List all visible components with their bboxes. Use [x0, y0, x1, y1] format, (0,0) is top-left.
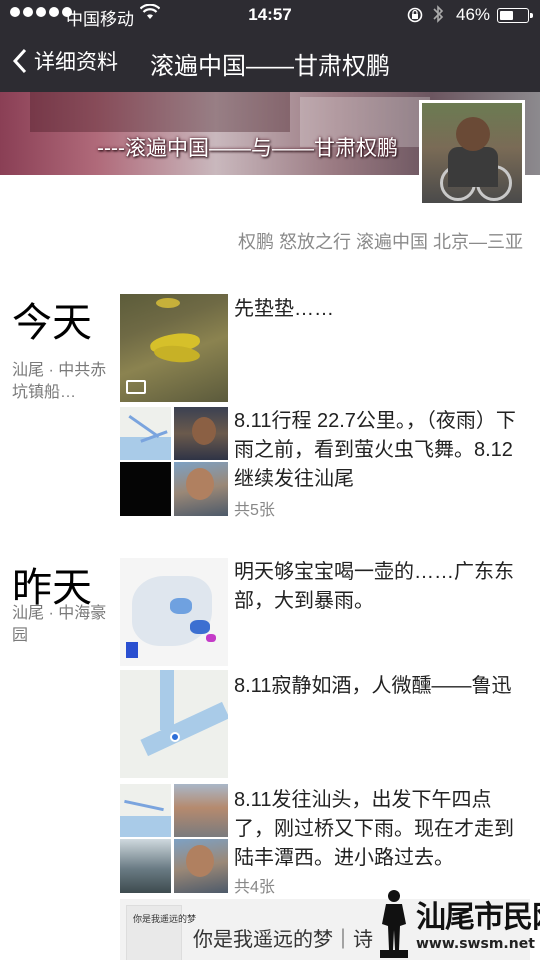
video-icon [126, 380, 146, 394]
battery-icon [497, 8, 533, 23]
day-label-today: 今天 [12, 301, 92, 345]
location-yesterday: 汕尾 · 中海豪园 [12, 605, 107, 644]
post-photo-route-map[interactable] [120, 407, 171, 460]
nav-bar: 详细资料 滚遍中国——甘肃权鹏 [0, 30, 540, 92]
music-cover-image: 你是我遥远的梦 [126, 905, 196, 960]
photo-count: 共5张 [234, 502, 275, 519]
site-watermark: 汕尾市民网 www.swsm.net [376, 888, 540, 958]
post-video-thumbnail[interactable] [120, 294, 228, 402]
photo-count: 共4张 [234, 879, 275, 896]
post-photo-street[interactable] [174, 784, 228, 837]
page-title: 滚遍中国——甘肃权鹏 [150, 53, 390, 80]
post-text[interactable]: 先垫垫…… [234, 295, 529, 324]
post-photo-portrait[interactable] [174, 407, 228, 460]
post-text[interactable]: 8.11寂静如酒，人微醺——鲁迅 [234, 672, 529, 701]
post-photo-beach[interactable] [120, 839, 171, 893]
battery-percent: 46% [456, 5, 491, 24]
bluetooth-icon [433, 5, 444, 23]
chevron-left-icon [12, 48, 27, 74]
music-title: 你是我遥远的梦｜诗 [193, 929, 373, 951]
status-bar: 中国移动 14:57 46% [0, 0, 540, 30]
post-photo-selfie[interactable] [174, 839, 228, 893]
top-bar: 中国移动 14:57 46% 详细资料 滚遍中国——甘肃权鹏 [0, 0, 540, 92]
cover-text: ----滚遍中国——与——甘肃权鹏 [97, 137, 398, 160]
statue-silhouette-icon [380, 890, 408, 958]
post-text[interactable]: 明天够宝宝喝一壶的……广东东部，大到暴雨。 [234, 558, 529, 616]
back-label: 详细资料 [34, 51, 118, 74]
post-photo-night[interactable] [120, 462, 171, 516]
post-photo-selfie[interactable] [174, 462, 228, 516]
location-today: 汕尾 · 中共赤坑镇船… [12, 362, 107, 401]
profile-signature: 权鹏 怒放之行 滚遍中国 北京—三亚 [237, 232, 523, 252]
watermark-url: www.swsm.net [416, 936, 535, 952]
post-text[interactable]: 8.11发往汕头，出发下午四点了，刚过桥又下雨。现在才走到陆丰潭西。进小路过去。 [234, 786, 529, 873]
back-button[interactable]: 详细资料 [12, 46, 118, 76]
watermark-title: 汕尾市民网 [416, 900, 540, 935]
music-cover-text: 你是我遥远的梦 [133, 914, 197, 924]
avatar[interactable] [419, 100, 525, 206]
post-photo-location-map[interactable] [120, 670, 228, 778]
rotation-lock-icon [407, 7, 423, 23]
post-text[interactable]: 8.11行程 22.7公里。，（夜雨）下雨之前，看到萤火虫飞舞。8.12继续发往… [234, 407, 529, 494]
post-photo-rain-map[interactable] [120, 558, 228, 666]
post-photo-route-map[interactable] [120, 784, 171, 837]
